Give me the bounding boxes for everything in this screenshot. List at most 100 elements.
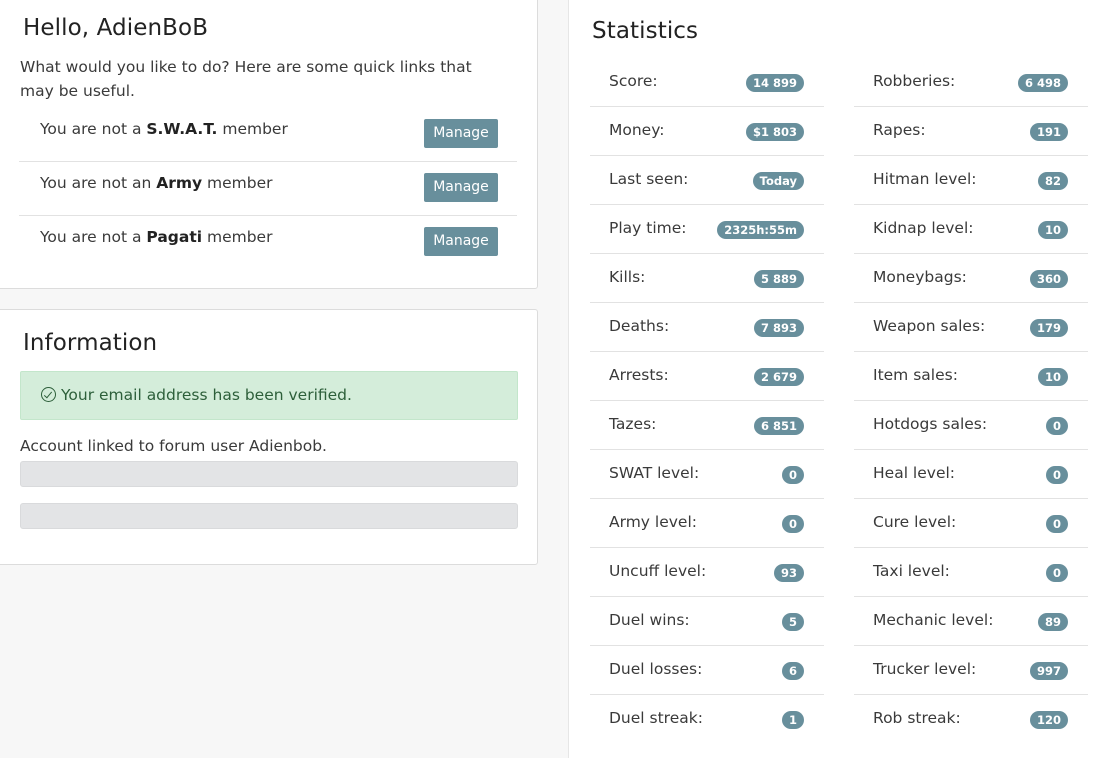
stat-label: Tazes:: [609, 415, 657, 433]
empty-progress-bar: [20, 461, 518, 487]
stat-label: SWAT level:: [609, 464, 700, 482]
stat-row: Taxi level: 0: [854, 548, 1088, 597]
welcome-card: Hello, AdienBoB What would you like to d…: [0, 0, 538, 289]
stat-label: Taxi level:: [873, 562, 950, 580]
membership-text: You are not a Pagati member: [40, 228, 273, 246]
stat-row: Deaths: 7 893: [590, 303, 824, 352]
manage-army-button[interactable]: Manage: [424, 173, 498, 202]
stat-row: Trucker level: 997: [854, 646, 1088, 695]
stat-row: Score: 14 899: [590, 58, 824, 107]
stat-row: Tazes: 6 851: [590, 401, 824, 450]
stat-value-badge: 82: [1037, 172, 1068, 190]
stat-row: Hotdogs sales: 0: [854, 401, 1088, 450]
statistics-panel: Statistics Score: 14 899 Money: $1 803 Last …: [568, 0, 1102, 758]
stat-label: Arrests:: [609, 366, 669, 384]
stat-row: SWAT level: 0: [590, 450, 824, 499]
group-name: Pagati: [146, 228, 203, 246]
stat-value-badge: 5 889: [753, 270, 804, 288]
stat-row: Mechanic level: 89: [854, 597, 1088, 646]
stat-value-badge: 6 498: [1017, 74, 1068, 92]
stat-value-badge: 6 851: [753, 417, 804, 435]
stat-label: Money:: [609, 121, 665, 139]
stat-value-badge: 2325h:55m: [717, 221, 804, 239]
manage-swat-button[interactable]: Manage: [424, 119, 498, 148]
membership-row-pagati: You are not a Pagati member Manage: [19, 216, 517, 270]
information-title: Information: [23, 330, 158, 356]
membership-row-swat: You are not a S.W.A.T. member Manage: [19, 108, 517, 162]
stat-value-badge: 10: [1037, 368, 1068, 386]
stat-label: Item sales:: [873, 366, 958, 384]
check-circle-icon: [41, 387, 56, 402]
stat-label: Last seen:: [609, 170, 689, 188]
membership-text: You are not a S.W.A.T. member: [40, 120, 288, 138]
stat-row: Heal level: 0: [854, 450, 1088, 499]
stat-row: Money: $1 803: [590, 107, 824, 156]
stat-row: Cure level: 0: [854, 499, 1088, 548]
stat-value-badge: 0: [1045, 515, 1068, 533]
stat-row: Play time: 2325h:55m: [590, 205, 824, 254]
stat-value-badge: 5: [781, 613, 804, 631]
stat-value-badge: 120: [1029, 711, 1068, 729]
stat-value-badge: 997: [1029, 662, 1068, 680]
stat-row: Uncuff level: 93: [590, 548, 824, 597]
stat-label: Kidnap level:: [873, 219, 974, 237]
stat-label: Uncuff level:: [609, 562, 707, 580]
stat-row: Duel losses: 6: [590, 646, 824, 695]
empty-progress-bar: [20, 503, 518, 529]
stat-row: Rob streak: 120: [854, 695, 1088, 744]
stat-value-badge: $1 803: [745, 123, 804, 141]
stat-value-badge: Today: [752, 172, 804, 190]
stat-value-badge: 0: [1045, 564, 1068, 582]
stat-row: Hitman level: 82: [854, 156, 1088, 205]
stat-row: Rapes: 191: [854, 107, 1088, 156]
stat-label: Rob streak:: [873, 709, 961, 727]
stat-label: Kills:: [609, 268, 646, 286]
membership-text: You are not an Army member: [40, 174, 273, 192]
stat-row: Item sales: 10: [854, 352, 1088, 401]
email-verified-alert: Your email address has been verified.: [20, 371, 518, 420]
stat-value-badge: 0: [1045, 417, 1068, 435]
stat-row: Moneybags: 360: [854, 254, 1088, 303]
stat-label: Duel streak:: [609, 709, 703, 727]
alert-text: Your email address has been verified.: [61, 386, 352, 404]
group-name: S.W.A.T.: [146, 120, 218, 138]
stat-label: Weapon sales:: [873, 317, 986, 335]
information-card: Information Your email address has been …: [0, 309, 538, 565]
stat-value-badge: 179: [1029, 319, 1068, 337]
stat-label: Hotdogs sales:: [873, 415, 988, 433]
statistics-title: Statistics: [592, 18, 699, 44]
stat-label: Mechanic level:: [873, 611, 994, 629]
stat-label: Hitman level:: [873, 170, 977, 188]
stat-label: Robberies:: [873, 72, 956, 90]
forum-link-text: Account linked to forum user Adienbob.: [20, 437, 327, 455]
stat-row: Army level: 0: [590, 499, 824, 548]
stat-row: Robberies: 6 498: [854, 58, 1088, 107]
stat-row: Arrests: 2 679: [590, 352, 824, 401]
stat-row: Weapon sales: 179: [854, 303, 1088, 352]
stat-label: Moneybags:: [873, 268, 967, 286]
manage-pagati-button[interactable]: Manage: [424, 227, 498, 256]
welcome-intro: What would you like to do? Here are some…: [20, 58, 472, 100]
stat-row: Duel wins: 5: [590, 597, 824, 646]
stat-value-badge: 10: [1037, 221, 1068, 239]
stat-value-badge: 2 679: [753, 368, 804, 386]
stat-row: Kills: 5 889: [590, 254, 824, 303]
stat-value-badge: 14 899: [745, 74, 804, 92]
stat-value-badge: 89: [1037, 613, 1068, 631]
stat-label: Trucker level:: [873, 660, 977, 678]
stat-label: Score:: [609, 72, 658, 90]
stat-value-badge: 0: [1045, 466, 1068, 484]
statistics-column-left: Score: 14 899 Money: $1 803 Last seen: Today P…: [590, 58, 824, 744]
stat-row: Duel streak: 1: [590, 695, 824, 744]
group-name: Army: [156, 174, 203, 192]
stat-label: Cure level:: [873, 513, 957, 531]
stat-label: Duel losses:: [609, 660, 703, 678]
statistics-column-right: Robberies: 6 498 Rapes: 191 Hitman level: 82 K…: [854, 58, 1088, 744]
stat-value-badge: 6: [781, 662, 804, 680]
stat-value-badge: 0: [781, 515, 804, 533]
stat-value-badge: 191: [1029, 123, 1068, 141]
stat-label: Duel wins:: [609, 611, 690, 629]
stat-row: Kidnap level: 10: [854, 205, 1088, 254]
stat-value-badge: 1: [781, 711, 804, 729]
stat-value-badge: 93: [773, 564, 804, 582]
